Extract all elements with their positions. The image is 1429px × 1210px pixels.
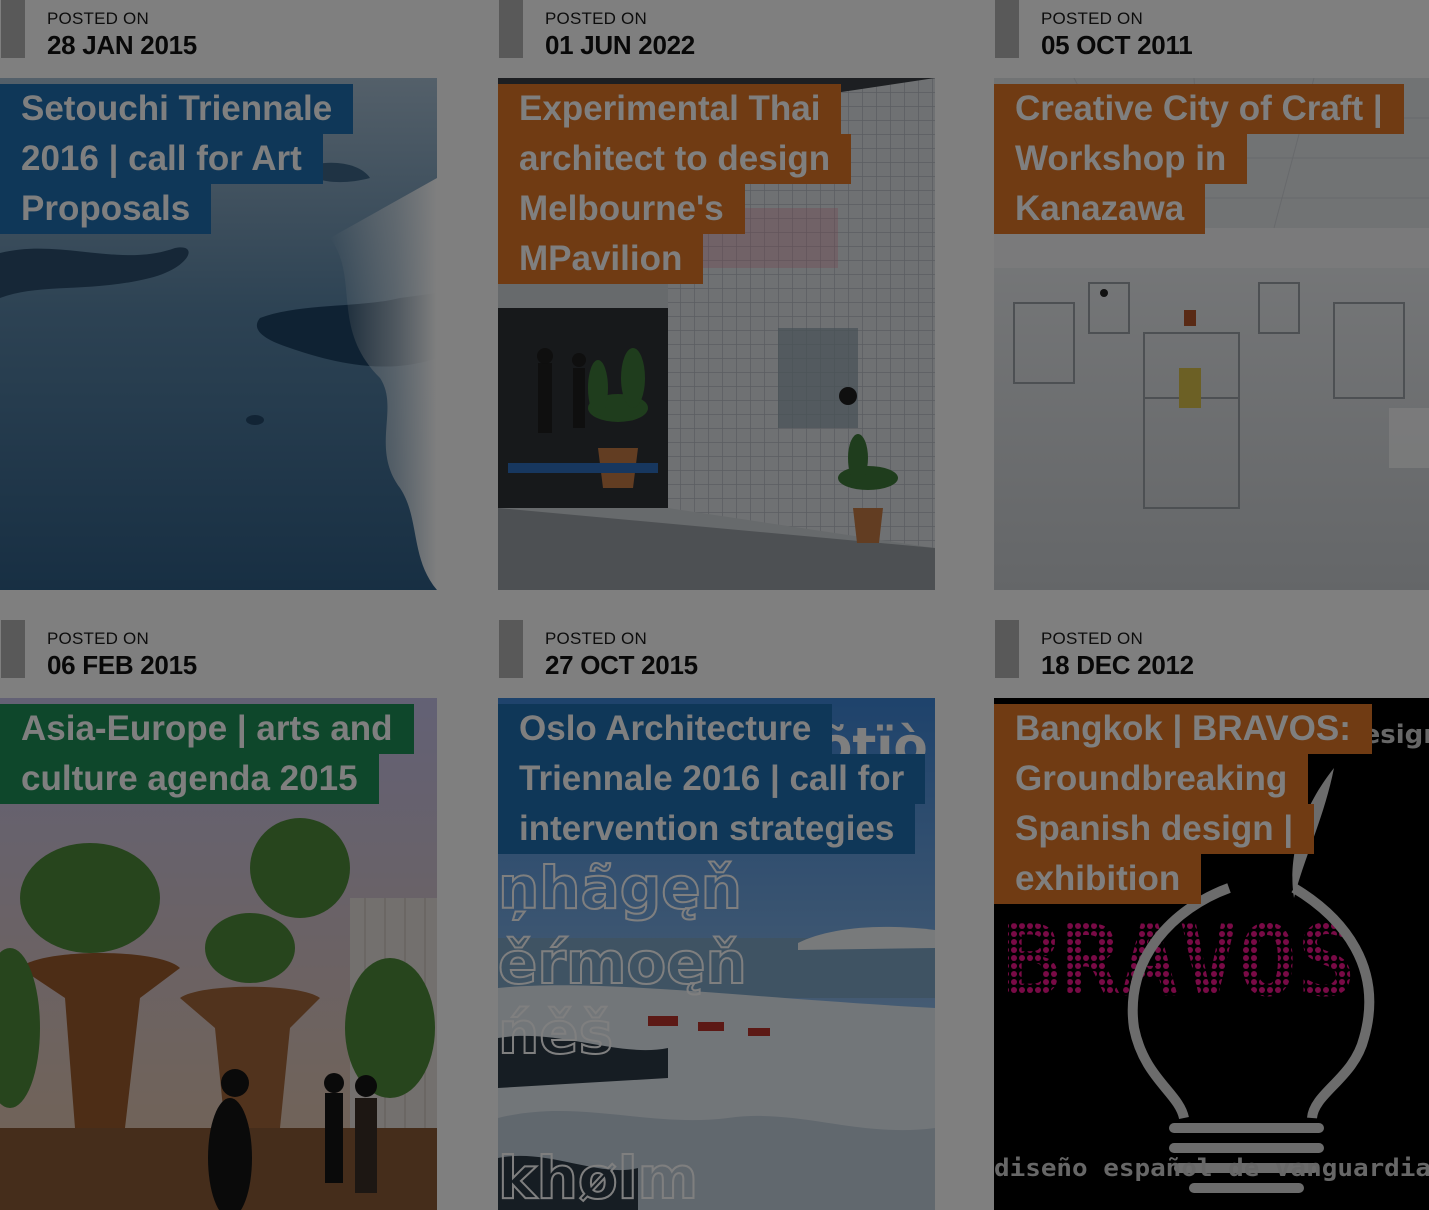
post-title[interactable]: Creative City of Craft | Workshop in Kanaz… <box>994 84 1404 234</box>
date-accent-bar <box>1 620 25 678</box>
post-card[interactable]: POSTED ON 27 OCT 2015 õtïò ņhãgęň ěŕmoęň… <box>498 620 935 1210</box>
post-title-line[interactable]: Experimental Thai <box>498 84 842 134</box>
posted-on-label: POSTED ON <box>1041 629 1143 648</box>
post-title[interactable]: Oslo Architecture Triennale 2016 | call f… <box>498 704 926 854</box>
post-title-line[interactable]: exhibition <box>994 854 1202 904</box>
date-accent-bar <box>1 0 25 58</box>
post-card[interactable]: POSTED ON 18 DEC 2012 design BRAVOS <box>994 620 1429 1210</box>
post-thumbnail[interactable]: õtïò ņhãgęň ěŕmoęň ńěš khølm Oslo Archit… <box>498 698 935 1210</box>
post-card[interactable]: POSTED ON 05 OCT 2011 Creative City of C… <box>994 0 1429 590</box>
post-title[interactable]: Setouchi Triennale 2016 | call for Art Pro… <box>0 84 354 234</box>
posted-on-label: POSTED ON <box>1041 9 1143 28</box>
post-date: 28 JAN 2015 <box>47 30 197 60</box>
post-title-line[interactable]: Asia-Europe | arts and <box>0 704 414 754</box>
posted-on-label: POSTED ON <box>47 629 149 648</box>
post-title-line[interactable]: intervention strategies <box>498 804 916 854</box>
posted-on-header: POSTED ON 01 JUN 2022 <box>498 0 935 78</box>
post-title-line[interactable]: Spanish design | <box>994 804 1315 854</box>
post-title-line[interactable]: MPavilion <box>498 234 704 284</box>
posted-on-label: POSTED ON <box>545 9 647 28</box>
post-thumbnail[interactable]: Creative City of Craft | Workshop in Kanaz… <box>994 78 1429 590</box>
post-title[interactable]: Experimental Thai architect to design Melb… <box>498 84 852 284</box>
post-title-line[interactable]: architect to design <box>498 134 852 184</box>
post-card[interactable]: POSTED ON 06 FEB 2015 Asia-Europe | arts… <box>0 620 437 1210</box>
post-title-line[interactable]: Groundbreaking <box>994 754 1309 804</box>
posted-on-header: POSTED ON 27 OCT 2015 <box>498 620 935 698</box>
post-title-line[interactable]: Kanazawa <box>994 184 1206 234</box>
post-date: 18 DEC 2012 <box>1041 650 1194 680</box>
post-title-line[interactable]: Triennale 2016 | call for <box>498 754 926 804</box>
post-date: 27 OCT 2015 <box>545 650 698 680</box>
date-accent-bar <box>995 620 1019 678</box>
post-title-line[interactable]: Melbourne's <box>498 184 745 234</box>
post-title-line[interactable]: Oslo Architecture <box>498 704 833 754</box>
poster-word: khølm <box>498 1144 698 1210</box>
date-accent-bar <box>995 0 1019 58</box>
post-thumbnail[interactable]: design BRAVOS diseño español de vanguard… <box>994 698 1429 1210</box>
poster-word: diseño español de vanguardia <box>994 1154 1429 1182</box>
posted-on-label: POSTED ON <box>545 629 647 648</box>
post-title-line[interactable]: Workshop in <box>994 134 1248 184</box>
post-title[interactable]: Bangkok | BRAVOS: Groundbreaking Spanish d… <box>994 704 1372 904</box>
post-title-line[interactable]: Proposals <box>0 184 212 234</box>
post-title[interactable]: Asia-Europe | arts and culture agenda 201… <box>0 704 414 804</box>
post-thumbnail[interactable]: Experimental Thai architect to design Melb… <box>498 78 935 590</box>
post-title-line[interactable]: Setouchi Triennale <box>0 84 354 134</box>
post-date: 05 OCT 2011 <box>1041 30 1193 60</box>
posted-on-header: POSTED ON 18 DEC 2012 <box>994 620 1429 698</box>
posted-on-header: POSTED ON 06 FEB 2015 <box>0 620 437 698</box>
poster-word: ņhãgęň <box>498 854 742 922</box>
post-title-line[interactable]: Bangkok | BRAVOS: <box>994 704 1372 754</box>
post-date: 01 JUN 2022 <box>545 30 695 60</box>
post-date: 06 FEB 2015 <box>47 650 197 680</box>
date-accent-bar <box>499 620 523 678</box>
post-grid: POSTED ON 28 JAN 2015 Setouchi Triennale… <box>0 0 1429 1210</box>
post-card[interactable]: POSTED ON 01 JUN 2022 Experimental Thai … <box>498 0 935 590</box>
poster-word: ńěš <box>498 999 613 1067</box>
post-thumbnail[interactable]: Asia-Europe | arts and culture agenda 201… <box>0 698 437 1210</box>
posted-on-header: POSTED ON 05 OCT 2011 <box>994 0 1429 78</box>
post-card[interactable]: POSTED ON 28 JAN 2015 Setouchi Triennale… <box>0 0 437 590</box>
poster-word: ěŕmoęň <box>498 929 747 997</box>
posted-on-header: POSTED ON 28 JAN 2015 <box>0 0 437 78</box>
date-accent-bar <box>499 0 523 58</box>
post-thumbnail[interactable]: Setouchi Triennale 2016 | call for Art Pro… <box>0 78 437 590</box>
post-title-line[interactable]: 2016 | call for Art <box>0 134 323 184</box>
posted-on-label: POSTED ON <box>47 9 149 28</box>
post-title-line[interactable]: Creative City of Craft | <box>994 84 1404 134</box>
post-title-line[interactable]: culture agenda 2015 <box>0 754 379 804</box>
